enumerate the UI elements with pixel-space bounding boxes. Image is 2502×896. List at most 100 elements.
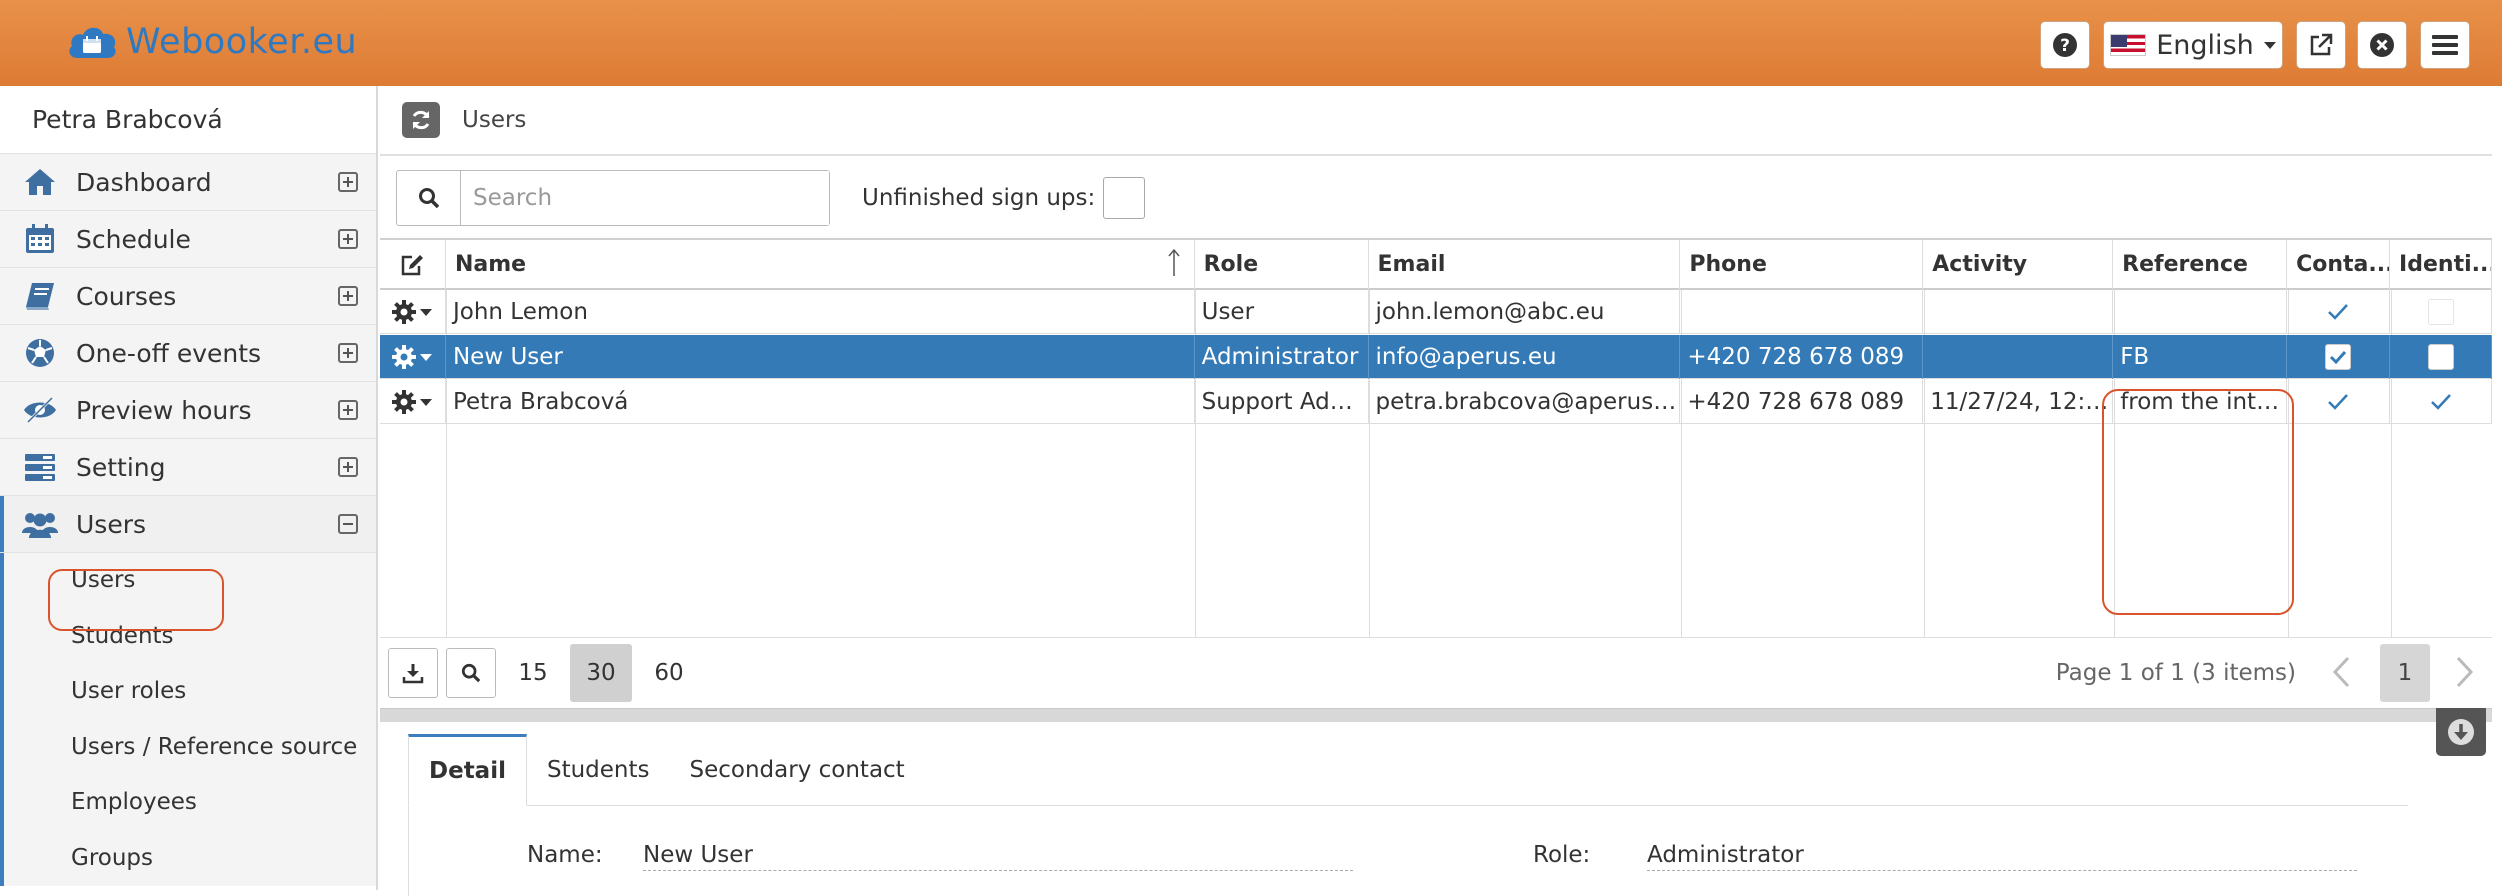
submenu-item-reference-source[interactable]: Users / Reference source	[0, 720, 376, 776]
sidebar-item-users[interactable]: Users	[0, 496, 376, 553]
grid-pager: 15 30 60 Page 1 of 1 (3 items) 1	[380, 637, 2492, 707]
menu-button[interactable]	[2420, 21, 2470, 69]
sidebar-item-label: Users	[76, 509, 147, 539]
submenu-item-groups[interactable]: Groups	[0, 831, 376, 887]
cell-identity	[2390, 380, 2493, 424]
cell-email: info@aperus.eu	[1369, 335, 1681, 379]
column-header-name[interactable]: Name	[446, 240, 1195, 290]
page-number-button[interactable]: 1	[2380, 644, 2430, 702]
role-label: Role:	[1533, 842, 1591, 868]
close-button[interactable]	[2357, 21, 2407, 69]
cell-phone: +420 728 678 089	[1680, 380, 1924, 424]
sidebar-item-one-off-events[interactable]: One-off events	[0, 325, 376, 382]
page-size-30[interactable]: 30	[570, 643, 632, 702]
sidebar-item-label: One-off events	[76, 338, 262, 368]
external-link-button[interactable]	[2296, 21, 2346, 69]
page-size-15[interactable]: 15	[502, 644, 564, 702]
panel-splitter[interactable]	[380, 708, 2492, 722]
cell-activity	[1923, 290, 2114, 334]
name-field[interactable]: New User	[643, 842, 1353, 871]
table-row[interactable]: Petra Brabcová Support Admin petra.brabc…	[380, 380, 2493, 424]
name-label: Name:	[527, 842, 603, 868]
search-icon	[418, 188, 439, 209]
column-header-phone[interactable]: Phone	[1680, 240, 1924, 290]
edit-column-header[interactable]	[380, 240, 446, 290]
chevron-right-icon[interactable]	[2454, 656, 2474, 688]
unfinished-signups-checkbox[interactable]	[1103, 177, 1146, 219]
cell-activity	[1923, 335, 2114, 379]
column-header-role[interactable]: Role	[1195, 240, 1369, 290]
expand-icon[interactable]	[338, 343, 358, 363]
sort-ascending-icon	[1168, 248, 1180, 276]
expand-icon[interactable]	[338, 286, 358, 306]
collapse-icon[interactable]	[338, 514, 358, 534]
download-icon	[402, 663, 424, 683]
page-header: Users	[380, 86, 2492, 156]
question-circle-icon: ?	[2053, 33, 2077, 57]
expand-icon[interactable]	[338, 400, 358, 420]
sidebar-item-courses[interactable]: Courses	[0, 268, 376, 325]
refresh-icon	[412, 110, 430, 130]
expand-icon[interactable]	[338, 229, 358, 249]
gear-icon	[392, 390, 417, 414]
help-button[interactable]: ?	[2040, 21, 2090, 69]
sidebar-item-setting[interactable]: Setting	[0, 439, 376, 496]
server-icon	[20, 449, 60, 485]
role-field[interactable]: Administrator	[1647, 842, 2357, 871]
cell-contact	[2287, 335, 2391, 379]
column-header-label: Name	[454, 252, 527, 277]
export-button[interactable]	[388, 647, 438, 698]
column-header-activity[interactable]: Activity	[1923, 240, 2114, 290]
caret-down-icon	[420, 308, 433, 316]
table-row-selected[interactable]: New User Administrator info@aperus.eu +4…	[380, 335, 2493, 379]
sidebar-item-label: Schedule	[76, 224, 191, 254]
logo[interactable]: Webooker.eu	[66, 20, 357, 64]
cell-reference	[2113, 290, 2288, 334]
row-actions-button[interactable]	[380, 290, 446, 334]
refresh-button[interactable]	[402, 102, 440, 138]
sidebar-item-preview-hours[interactable]: Preview hours	[0, 382, 376, 439]
sidebar-item-label: Setting	[76, 452, 166, 482]
chevron-left-icon[interactable]	[2332, 656, 2352, 688]
contact-checkbox-checked	[2325, 344, 2352, 370]
cell-name: Petra Brabcová	[446, 380, 1195, 424]
checkmark-icon	[2328, 304, 2348, 320]
sidebar-item-label: Courses	[76, 281, 177, 311]
row-actions-button[interactable]	[380, 380, 446, 424]
table-row[interactable]: John Lemon User john.lemon@abc.eu	[380, 290, 2493, 334]
sidebar-item-schedule[interactable]: Schedule	[0, 211, 376, 268]
checkmark-icon	[2328, 394, 2348, 410]
search-box	[396, 170, 830, 226]
cell-name: John Lemon	[446, 290, 1195, 334]
language-select[interactable]: English	[2103, 21, 2283, 69]
submenu-item-employees[interactable]: Employees	[0, 775, 376, 831]
column-header-contact[interactable]: Conta...	[2287, 240, 2391, 290]
submenu-item-user-roles[interactable]: User roles	[0, 664, 376, 720]
row-actions-button[interactable]	[380, 335, 446, 379]
calendar-icon	[20, 221, 60, 257]
column-header-email[interactable]: Email	[1369, 240, 1681, 290]
book-icon	[20, 278, 60, 314]
highlight-annotation-users	[48, 569, 224, 631]
cell-email: petra.brabcova@aperus.eu	[1369, 380, 1681, 424]
tab-detail[interactable]: Detail	[408, 734, 527, 806]
collapse-detail-button[interactable]	[2436, 708, 2486, 756]
expand-icon[interactable]	[338, 172, 358, 192]
sidebar-item-dashboard[interactable]: Dashboard	[0, 154, 376, 211]
tab-secondary-contact[interactable]: Secondary contact	[670, 734, 925, 805]
expand-icon[interactable]	[338, 457, 358, 477]
edit-icon	[402, 255, 424, 276]
language-label: English	[2156, 29, 2254, 61]
filter-search-button[interactable]	[446, 647, 496, 698]
cell-role: Support Admin	[1195, 380, 1369, 424]
grid-header: Name Role Email Phone Activity Reference…	[380, 240, 2492, 290]
cell-identity	[2390, 290, 2493, 334]
column-header-identity[interactable]: Identi...	[2390, 240, 2492, 290]
top-bar: Webooker.eu ? English	[0, 0, 2502, 86]
tab-students[interactable]: Students	[527, 734, 670, 805]
external-link-icon	[2310, 33, 2333, 56]
search-button[interactable]	[397, 171, 461, 225]
search-input[interactable]	[461, 171, 829, 225]
page-size-60[interactable]: 60	[638, 644, 700, 702]
column-header-reference[interactable]: Reference	[2113, 240, 2288, 290]
